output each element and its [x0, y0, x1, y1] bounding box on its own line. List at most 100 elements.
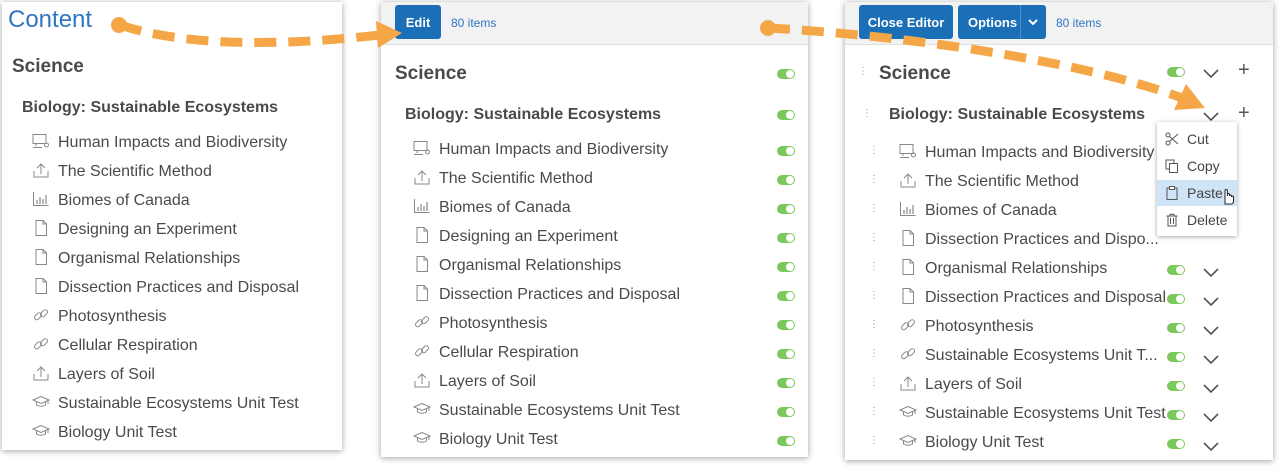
group-heading-biology[interactable]: Biology: Sustainable Ecosystems [405, 106, 661, 124]
drag-handle-icon[interactable]: ⋮ [869, 233, 879, 243]
list-item[interactable]: Human Impacts and Biodiversity [899, 143, 1154, 162]
visibility-toggle[interactable] [777, 146, 795, 156]
chevron-down-icon[interactable] [1203, 410, 1219, 423]
chevron-down-icon[interactable] [1027, 16, 1039, 28]
drag-handle-icon[interactable]: ⋮ [869, 349, 879, 359]
list-item[interactable]: Biomes of Canada [413, 198, 571, 217]
visibility-toggle[interactable] [777, 436, 795, 446]
list-item[interactable]: The Scientific Method [413, 169, 593, 188]
list-item[interactable]: Layers of Soil [899, 375, 1022, 394]
drag-handle-icon[interactable]: ⋮ [869, 378, 879, 388]
visibility-toggle[interactable] [1167, 265, 1185, 275]
visibility-toggle[interactable] [777, 291, 795, 301]
list-item[interactable]: The Scientific Method [899, 172, 1079, 191]
drag-handle-icon[interactable]: ⋮ [869, 407, 879, 417]
chevron-down-icon[interactable] [1203, 66, 1219, 79]
visibility-toggle[interactable] [1167, 323, 1185, 333]
list-item[interactable]: Organismal Relationships [32, 249, 240, 268]
list-item[interactable]: Biomes of Canada [899, 201, 1057, 220]
list-item[interactable]: Sustainable Ecosystems Unit Test [899, 404, 1166, 423]
quiz-icon [413, 401, 431, 417]
list-item[interactable]: Organismal Relationships [899, 259, 1107, 278]
list-item[interactable]: Human Impacts and Biodiversity [32, 133, 287, 152]
list-item[interactable]: Human Impacts and Biodiversity [413, 140, 668, 159]
menu-item-paste[interactable]: Paste [1157, 180, 1237, 206]
list-item[interactable]: Photosynthesis [899, 317, 1034, 336]
drag-handle-icon[interactable]: ⋮ [862, 109, 872, 119]
list-item[interactable]: Biology Unit Test [32, 423, 177, 442]
section-heading-science[interactable]: Science [395, 63, 467, 85]
visibility-toggle[interactable] [777, 378, 795, 388]
options-button[interactable]: Options [958, 5, 1046, 39]
list-item[interactable]: Biology Unit Test [899, 433, 1044, 452]
group-heading-biology[interactable]: Biology: Sustainable Ecosystems [889, 106, 1145, 124]
visibility-toggle[interactable] [1167, 67, 1185, 77]
chevron-down-icon[interactable] [1203, 294, 1219, 307]
visibility-toggle[interactable] [1167, 410, 1185, 420]
chevron-down-icon[interactable] [1203, 323, 1219, 336]
visibility-toggle[interactable] [777, 262, 795, 272]
list-item[interactable]: Cellular Respiration [413, 343, 579, 362]
visibility-toggle[interactable] [777, 110, 795, 120]
section-heading-science[interactable]: Science [12, 56, 84, 78]
chevron-down-icon[interactable] [1203, 439, 1219, 452]
visibility-toggle[interactable] [777, 175, 795, 185]
list-item[interactable]: The Scientific Method [32, 162, 212, 181]
visibility-toggle[interactable] [1167, 381, 1185, 391]
add-icon[interactable]: + [1238, 60, 1250, 80]
link-icon [413, 314, 431, 330]
close-editor-button[interactable]: Close Editor [859, 5, 953, 39]
drag-handle-icon[interactable]: ⋮ [869, 320, 879, 330]
quiz-icon [899, 404, 917, 420]
drag-handle-icon[interactable]: ⋮ [869, 204, 879, 214]
visibility-toggle[interactable] [777, 407, 795, 417]
list-item[interactable]: Biology Unit Test [413, 430, 558, 449]
list-item[interactable]: Photosynthesis [413, 314, 548, 333]
visibility-toggle[interactable] [777, 233, 795, 243]
list-item[interactable]: Biomes of Canada [32, 191, 190, 210]
list-item-label: Dissection Practices and Dispo... [925, 231, 1159, 248]
visibility-toggle[interactable] [777, 349, 795, 359]
menu-label: Cut [1187, 131, 1209, 147]
list-item[interactable]: Sustainable Ecosystems Unit Test [32, 394, 299, 413]
menu-item-cut[interactable]: Cut [1157, 126, 1237, 152]
edit-button[interactable]: Edit [395, 5, 441, 39]
list-item[interactable]: Cellular Respiration [32, 336, 198, 355]
visibility-toggle[interactable] [1167, 352, 1185, 362]
list-item[interactable]: Layers of Soil [413, 372, 536, 391]
section-heading-science[interactable]: Science [879, 63, 951, 85]
drag-handle-icon[interactable]: ⋮ [869, 262, 879, 272]
visibility-toggle[interactable] [777, 204, 795, 214]
visibility-toggle[interactable] [1167, 294, 1185, 304]
visibility-toggle[interactable] [777, 320, 795, 330]
list-item[interactable]: Photosynthesis [32, 307, 167, 326]
list-item[interactable]: Layers of Soil [32, 365, 155, 384]
chevron-down-icon[interactable] [1203, 352, 1219, 365]
list-item[interactable]: Designing an Experiment [413, 227, 618, 246]
drag-handle-icon[interactable]: ⋮ [869, 146, 879, 156]
list-item[interactable]: Dissection Practices and Dispo... [899, 230, 1159, 249]
add-icon[interactable]: + [1238, 103, 1250, 123]
chevron-down-icon[interactable] [1203, 265, 1219, 278]
list-item[interactable]: Sustainable Ecosystems Unit T... [899, 346, 1158, 365]
group-heading-biology[interactable]: Biology: Sustainable Ecosystems [22, 99, 278, 117]
chevron-down-icon[interactable] [1203, 381, 1219, 394]
menu-item-delete[interactable]: Delete [1157, 207, 1237, 233]
drag-handle-icon[interactable]: ⋮ [858, 67, 868, 77]
list-item[interactable]: Organismal Relationships [413, 256, 621, 275]
drag-handle-icon[interactable]: ⋮ [869, 291, 879, 301]
visibility-toggle[interactable] [777, 69, 795, 79]
visibility-toggle[interactable] [1167, 439, 1185, 449]
drag-handle-icon[interactable]: ⋮ [869, 436, 879, 446]
chevron-down-icon[interactable] [1203, 109, 1219, 122]
list-item[interactable]: Sustainable Ecosystems Unit Test [413, 401, 680, 420]
drag-handle-icon[interactable]: ⋮ [869, 175, 879, 185]
menu-item-copy[interactable]: Copy [1157, 153, 1237, 179]
list-item[interactable]: Dissection Practices and Disposal [32, 278, 299, 297]
item-count: 80 items [1056, 16, 1102, 30]
list-item[interactable]: Dissection Practices and Disposal [413, 285, 680, 304]
list-item[interactable]: Designing an Experiment [32, 220, 237, 239]
menu-label: Delete [1187, 212, 1228, 228]
list-item[interactable]: Dissection Practices and Disposal [899, 288, 1166, 307]
document-icon [413, 256, 431, 272]
